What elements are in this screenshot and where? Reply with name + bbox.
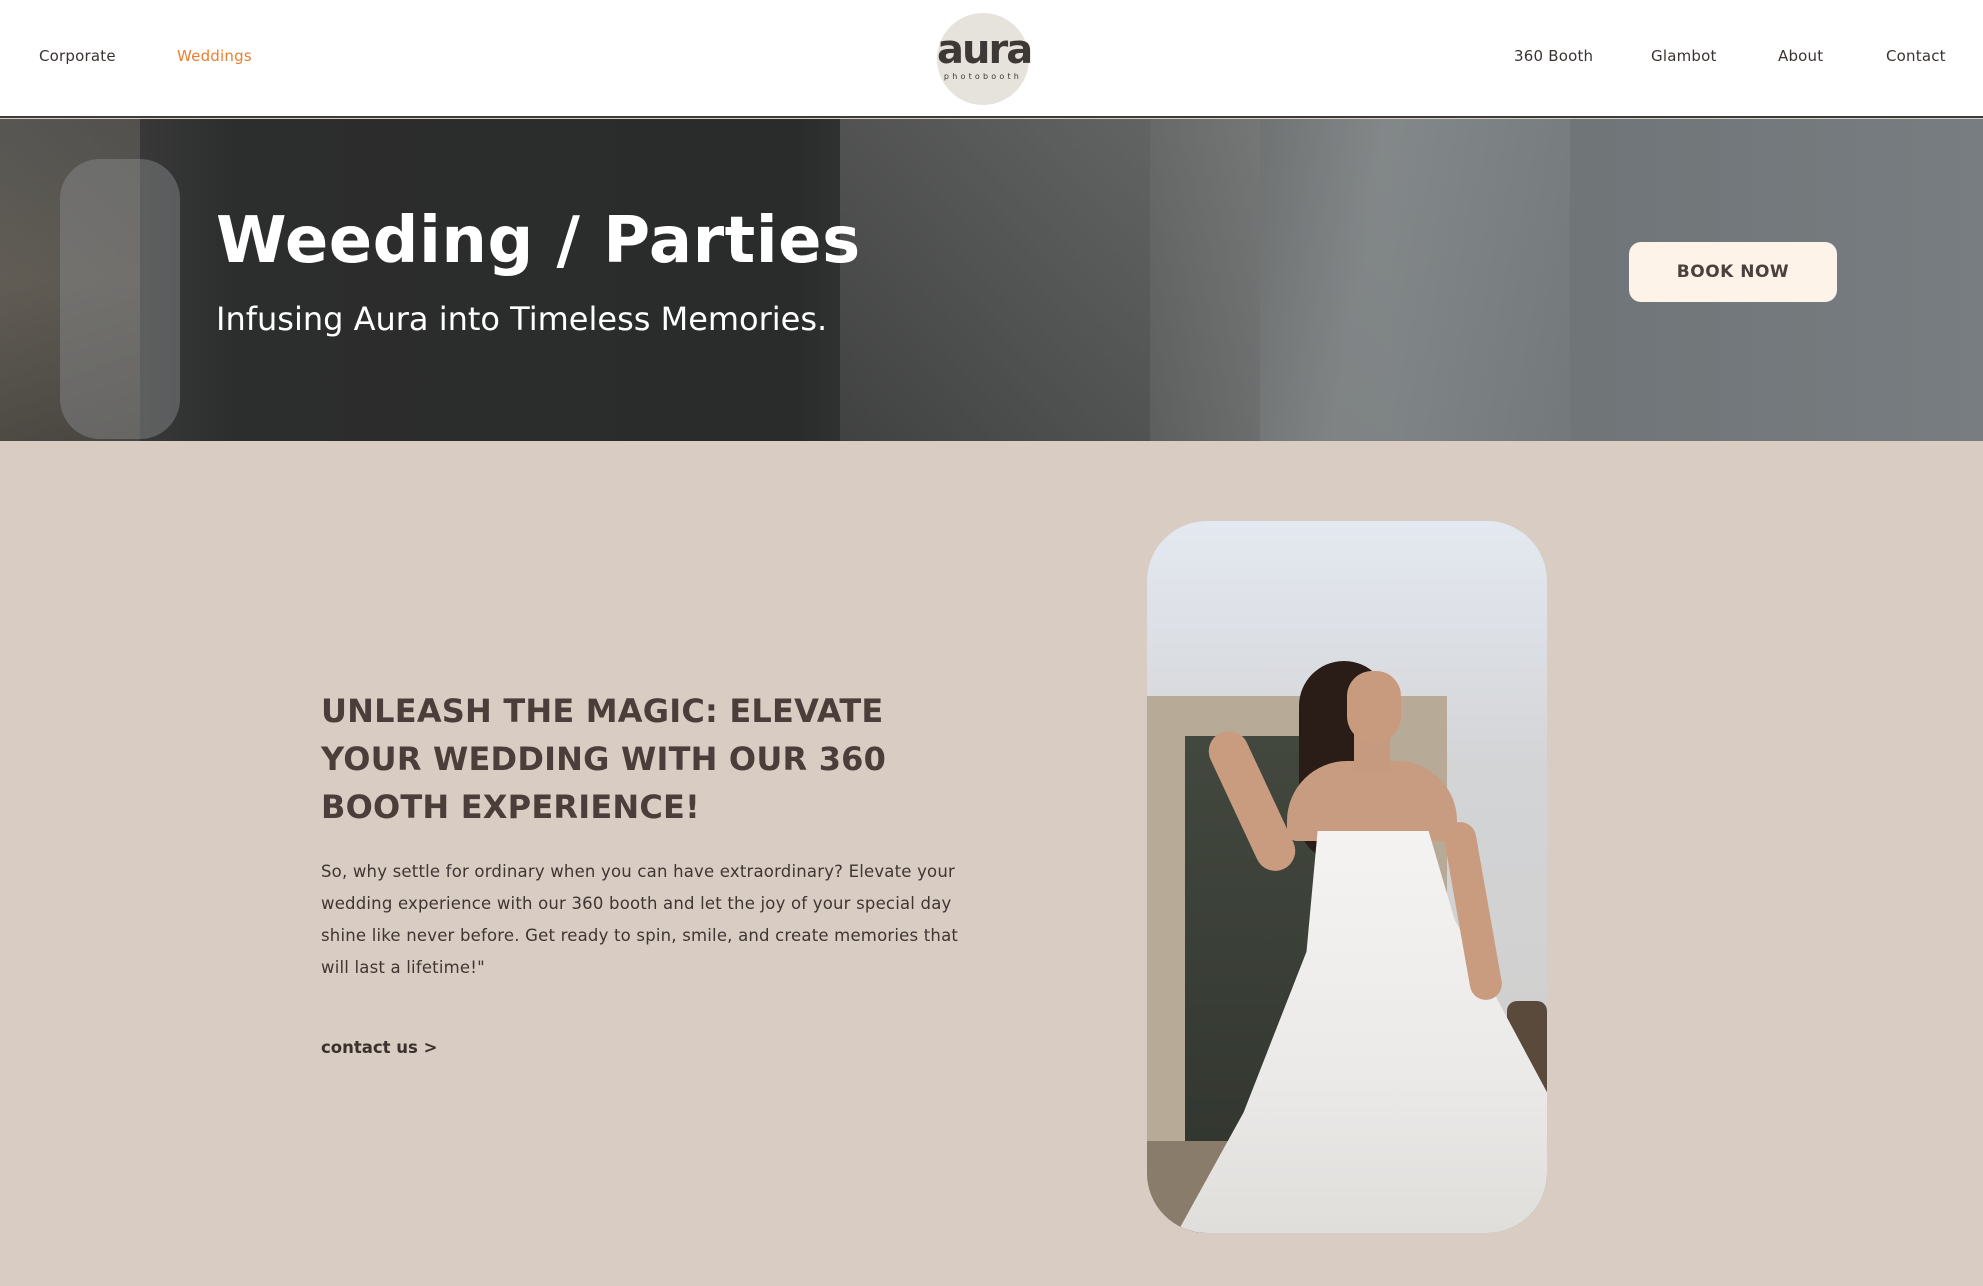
hero-background-detail [60, 159, 180, 439]
nav-link-contact[interactable]: Contact [1886, 47, 1946, 65]
aura-logo[interactable]: aura photobooth [937, 13, 1033, 105]
nav-link-about[interactable]: About [1778, 47, 1823, 65]
wedding-section: UNLEASH THE MAGIC: ELEVATE YOUR WEDDING … [0, 441, 1983, 1286]
logo-wordmark: aura [937, 27, 1033, 73]
hero-banner: Weeding / Parties Infusing Aura into Tim… [0, 119, 1983, 441]
hero-title: Weeding / Parties [216, 204, 861, 278]
hero-subtitle: Infusing Aura into Timeless Memories. [216, 300, 828, 338]
book-now-button[interactable]: BOOK NOW [1629, 242, 1837, 302]
hero-background-detail [1150, 119, 1570, 441]
logo-tagline: photobooth [943, 72, 1023, 81]
nav-link-weddings[interactable]: Weddings [177, 47, 252, 65]
site-header: Corporate Weddings aura photobooth 360 B… [0, 0, 1983, 118]
bride-photo [1147, 521, 1547, 1233]
bride-face [1347, 671, 1401, 743]
section-body-text: So, why settle for ordinary when you can… [321, 862, 959, 977]
nav-link-corporate[interactable]: Corporate [39, 47, 116, 65]
bride-shoulders [1287, 761, 1457, 841]
nav-link-360-booth[interactable]: 360 Booth [1514, 47, 1593, 65]
section-heading: UNLEASH THE MAGIC: ELEVATE YOUR WEDDING … [321, 692, 887, 826]
nav-link-glambot[interactable]: Glambot [1651, 47, 1717, 65]
contact-us-link[interactable]: contact us > [321, 1038, 437, 1057]
